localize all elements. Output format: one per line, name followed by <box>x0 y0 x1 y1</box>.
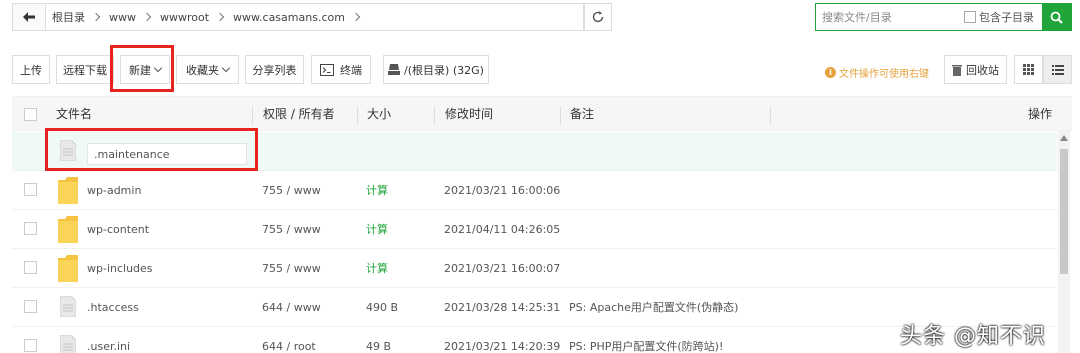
col-header-ops: 操作 <box>1028 107 1053 121</box>
info-icon: i <box>825 67 836 78</box>
col-divider <box>357 106 358 124</box>
row-checkbox[interactable] <box>24 183 37 196</box>
col-divider <box>770 106 771 124</box>
grid-view-button[interactable] <box>1014 55 1043 84</box>
list-icon <box>1051 64 1064 75</box>
col-header-perm[interactable]: 权限 / 所有者 <box>263 97 335 132</box>
chevron-right-icon <box>351 12 361 22</box>
scroll-thumb[interactable] <box>1060 149 1068 274</box>
grid-icon <box>1023 64 1034 75</box>
include-subdir-checkbox[interactable]: 包含子目录 <box>964 4 1042 30</box>
highlight-new-button <box>110 45 174 92</box>
file-icon <box>60 335 76 353</box>
folder-icon <box>58 255 78 282</box>
col-header-note: 备注 <box>570 107 595 121</box>
file-perm[interactable]: 755 / www <box>262 249 321 288</box>
file-perm[interactable]: 755 / www <box>262 210 321 249</box>
context-menu-tip: i 文件操作可使用右键 <box>825 65 929 80</box>
file-perm[interactable]: 644 / www <box>262 288 321 327</box>
disk-button[interactable]: /(根目录) (32G) <box>383 55 489 84</box>
tip-text: 文件操作可使用右键 <box>839 69 929 80</box>
disk-label: /(根目录) (32G) <box>404 63 484 77</box>
row-checkbox[interactable] <box>24 222 37 235</box>
file-size-calc[interactable]: 计算 <box>366 171 388 210</box>
file-mtime: 2021/03/21 16:00:06 <box>444 184 561 197</box>
col-header-mtime[interactable]: 修改时间 <box>445 97 493 132</box>
row-checkbox[interactable] <box>24 300 37 313</box>
col-divider <box>252 106 253 124</box>
file-size: 490 B <box>366 301 399 314</box>
select-all-checkbox[interactable] <box>24 108 37 121</box>
folder-icon <box>58 177 78 204</box>
folder-icon <box>58 216 78 243</box>
favorites-label: 收藏夹 <box>186 63 219 77</box>
col-divider <box>434 106 435 124</box>
file-perm[interactable]: 755 / www <box>262 171 321 210</box>
file-name[interactable]: wp-admin <box>87 171 141 210</box>
refresh-icon <box>592 11 604 23</box>
remote-download-button[interactable]: 远程下载 <box>56 55 114 84</box>
chevron-right-icon <box>215 12 225 22</box>
file-name[interactable]: .htaccess <box>87 288 139 327</box>
terminal-button[interactable]: 终端 <box>311 55 371 84</box>
highlight-new-file-input <box>45 128 258 171</box>
table-row[interactable]: wp-includes 755 / www 计算 2021/03/21 16:0… <box>12 249 1057 288</box>
chevron-down-icon <box>221 63 231 73</box>
file-mtime: 2021/04/11 04:26:05 <box>444 223 561 236</box>
include-subdir-label: 包含子目录 <box>979 11 1034 24</box>
file-note: PS: Apache用户配置文件(伪静态) <box>569 301 739 314</box>
upload-button[interactable]: 上传 <box>12 55 50 84</box>
recycle-bin-button[interactable]: 回收站 <box>944 55 1007 84</box>
file-name[interactable]: wp-content <box>87 210 149 249</box>
crumb-wwwroot[interactable]: wwwroot <box>160 11 233 24</box>
file-mtime: 2021/03/21 16:00:07 <box>444 262 561 275</box>
file-size-calc[interactable]: 计算 <box>366 249 388 288</box>
crumb-site[interactable]: www.casamans.com <box>233 11 369 24</box>
search-button[interactable] <box>1042 4 1071 30</box>
file-size-calc[interactable]: 计算 <box>366 210 388 249</box>
file-mtime: 2021/03/28 14:25:31 <box>444 301 561 314</box>
address-bar: 根目录 www wwwroot www.casamans.com 包含子目录 <box>12 3 1072 31</box>
watermark: 头条 @知不识 <box>900 324 1046 349</box>
terminal-label: 终端 <box>340 63 362 77</box>
vertical-scrollbar[interactable] <box>1058 131 1070 353</box>
table-header: 文件名 权限 / 所有者 大小 修改时间 备注 操作 <box>12 96 1072 131</box>
crumb-www[interactable]: www <box>109 11 160 24</box>
terminal-icon <box>320 63 334 76</box>
col-header-size[interactable]: 大小 <box>367 97 391 132</box>
path-breadcrumb[interactable]: 根目录 www wwwroot www.casamans.com <box>45 3 584 31</box>
search-box: 包含子目录 <box>815 3 1072 31</box>
checkbox-box <box>964 11 976 23</box>
chevron-right-icon <box>91 12 101 22</box>
search-input[interactable] <box>816 4 964 30</box>
file-mtime: 2021/03/21 14:20:39 <box>444 340 561 353</box>
table-row[interactable]: wp-content 755 / www 计算 2021/04/11 04:26… <box>12 210 1057 249</box>
col-divider <box>560 106 561 124</box>
table-row[interactable]: wp-admin 755 / www 计算 2021/03/21 16:00:0… <box>12 171 1057 210</box>
file-size: 49 B <box>366 340 392 353</box>
back-button[interactable] <box>12 3 45 31</box>
recycle-label: 回收站 <box>966 63 999 77</box>
favorites-button[interactable]: 收藏夹 <box>176 55 239 84</box>
chevron-right-icon <box>142 12 152 22</box>
arrow-left-icon <box>23 12 35 22</box>
scroll-up-icon[interactable] <box>1060 135 1068 141</box>
file-note: PS: PHP用户配置文件(防跨站)! <box>569 340 724 353</box>
col-header-name[interactable]: 文件名 <box>56 97 92 132</box>
file-name[interactable]: .user.ini <box>87 327 130 353</box>
file-icon <box>60 296 76 317</box>
crumb-root[interactable]: 根目录 <box>52 9 109 25</box>
row-checkbox[interactable] <box>24 339 37 352</box>
refresh-button[interactable] <box>584 3 612 31</box>
trash-icon <box>952 64 962 76</box>
file-perm[interactable]: 644 / root <box>262 327 316 353</box>
file-name[interactable]: wp-includes <box>87 249 153 288</box>
share-list-button[interactable]: 分享列表 <box>245 55 304 84</box>
disk-icon <box>388 64 401 75</box>
search-icon <box>1050 11 1063 24</box>
row-checkbox[interactable] <box>24 261 37 274</box>
list-view-button[interactable] <box>1043 55 1072 84</box>
